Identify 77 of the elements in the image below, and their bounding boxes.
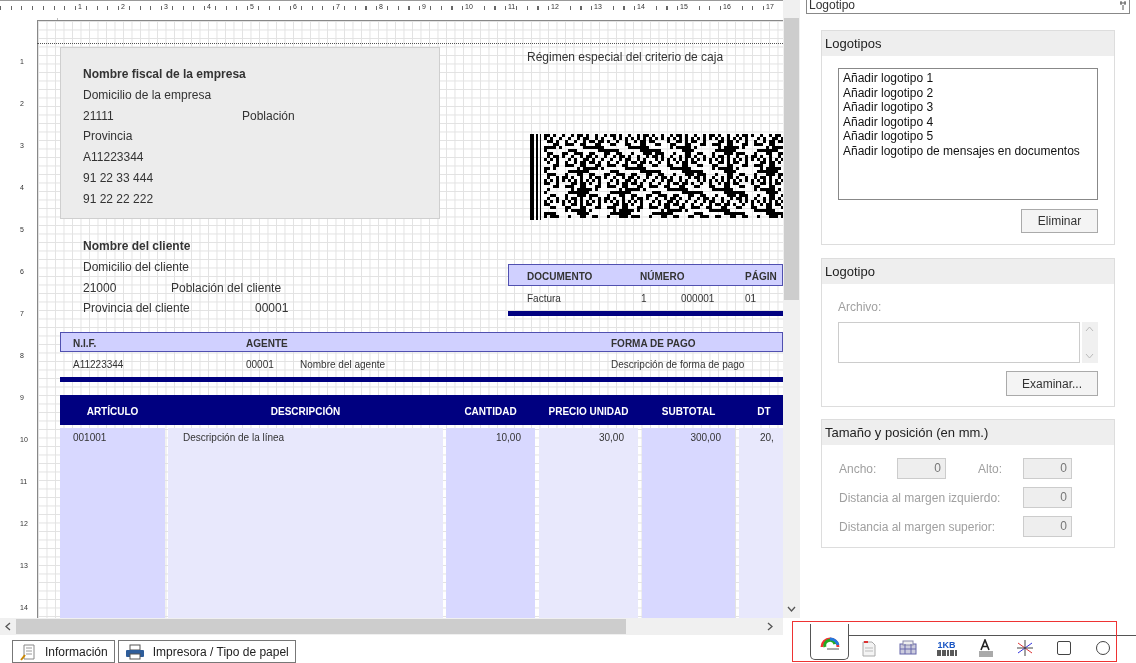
company-address: Domicilio de la empresa [83,87,212,104]
company-phone: 91 22 22 222 [83,191,154,208]
crossed-lines-icon [1015,639,1034,657]
column-header: SUBTOTAL [660,405,717,419]
column-header: DESCRIPCIÓN [269,404,342,419]
column-header: NÚMERO [640,269,685,284]
column-header: PÁGIN [745,269,777,284]
table-cell-text: Nombre del agente [300,358,386,372]
column-header: PRECIO UNIDAD [547,405,630,419]
client-province: Provincia del cliente [83,300,190,317]
company-phone: 91 22 33 444 [83,170,154,187]
company-postal-code: 21111 [83,108,114,125]
table-cell-text: 00001 [246,358,274,372]
client-postal-code: 21000 [83,280,117,297]
document-pen-icon [19,642,37,661]
table-cell-text: 000001 [681,292,715,306]
client-address: Domicilio del cliente [83,259,190,276]
column-header: FORMA DE PAGO [611,337,696,351]
rectangle-icon [1055,640,1072,656]
group-header: Logotipo [822,259,1114,284]
dropdown-value: Logotipo [809,0,856,14]
column-header: DT [756,405,772,419]
table-cell-text: 001001 [73,431,107,445]
document-icon [860,639,877,657]
tool-tab[interactable]: 1KB [927,624,966,660]
printer-icon [124,642,145,661]
list-item[interactable]: Añadir logotipo 5 [843,129,1097,144]
table-cell-text: Descripción de forma de pago [611,358,745,372]
list-item[interactable]: Añadir logotipo 3 [843,100,1097,115]
delete-button[interactable]: Eliminar [1021,209,1098,233]
scrollbar-thumb[interactable] [784,18,799,300]
vertical-scrollbar[interactable] [783,0,800,618]
table-cell-text: 01 [745,292,757,306]
column-header: ARTÍCULO [85,404,140,419]
client-city: Población del cliente [171,280,282,297]
logo-list[interactable]: Añadir logotipo 1 Añadir logotipo 2 Añadir logotipo 3 Añadir logotipo 4 Añadir logotipo 5 Añadir logotipo de mensajes en documentos [838,68,1098,200]
company-province: Provincia [83,128,133,145]
table-cell-text: 10,00 [494,431,521,445]
list-item[interactable]: Añadir logotipo de mensajes en documentos [843,143,1097,158]
horizontal-scrollbar[interactable] [0,618,783,635]
column-header: DOCUMENTO [527,270,593,284]
table-cell-text: 300,00 [689,431,721,445]
group-header: Logotipos [822,31,1114,56]
vat-note: Régimen especial del criterio de caja [527,49,724,66]
table-cell-text: A11223344 [73,358,124,372]
field-label: Distancia al margen izquierdo: [839,489,1001,507]
client-name: Nombre del cliente [83,238,191,255]
file-field[interactable] [838,322,1080,363]
table-cell-text: 20, [760,431,774,445]
list-item[interactable]: Añadir logotipo 1 [843,71,1097,86]
section-dropdown[interactable]: Logotipo [806,0,1130,14]
list-item[interactable]: Añadir logotipo 2 [843,85,1097,100]
table-icon [898,639,917,657]
column-header: CANTIDAD [463,405,518,419]
field-label: Distancia al margen superior: [839,518,996,536]
field-label: Ancho: [839,460,878,478]
company-name: Nombre fiscal de la empresa [83,66,246,83]
letter-lines-icon [976,639,995,657]
group-header: Tamaño y posición (en mm.) [822,420,1114,445]
bottom-tab[interactable]: Información [12,640,115,663]
list-item[interactable]: Añadir logotipo 4 [843,114,1097,129]
table-cell-text: 1 [641,292,647,306]
scrollbar-thumb[interactable] [16,619,626,634]
file-label: Archivo: [838,299,883,316]
table-cell-text: Descripción de la línea [183,431,285,445]
company-city: Población [242,108,295,125]
table-cell-text: 30,00 [597,431,624,445]
pin-icon [1119,0,1127,10]
company-tax-id: A11223344 [83,149,144,166]
column-header: AGENTE [246,337,288,351]
field-label: Alto: [978,460,1003,478]
circle-icon [1094,640,1111,656]
client-code: 00001 [255,300,289,317]
column-header: N.I.F. [73,337,97,351]
bottom-tab[interactable]: Impresora / Tipo de papel [117,640,296,663]
tool-tab[interactable] [810,624,849,660]
table-cell-text: Factura [527,292,561,306]
